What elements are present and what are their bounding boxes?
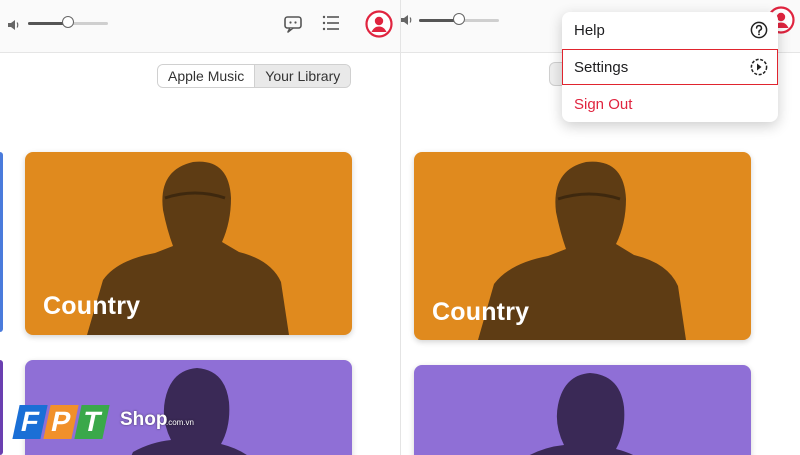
watermark-domain: .com.vn [166, 418, 195, 427]
help-circle-icon [750, 21, 768, 39]
menu-item-label: Settings [574, 58, 629, 76]
fpt-shop-watermark: F P T Shop .com.vn [12, 405, 216, 449]
menu-item-label: Help [574, 21, 605, 39]
genre-card-purple[interactable] [414, 365, 751, 455]
account-dropdown-menu: Help Settings Sign Out [562, 12, 778, 122]
volume-slider-knob[interactable] [62, 16, 74, 28]
source-segmented-control: Apple Music Your Library [157, 64, 352, 88]
speaker-icon [401, 15, 412, 25]
genre-card-country[interactable]: Country [25, 152, 352, 335]
queue-list-icon[interactable] [320, 12, 342, 34]
card-title: Country [43, 292, 141, 320]
menu-item-settings[interactable]: Settings [562, 49, 778, 85]
genre-card-country[interactable]: Country [414, 152, 751, 340]
menu-item-help[interactable]: Help [562, 12, 778, 48]
volume-slider[interactable] [28, 16, 108, 28]
settings-arrow-icon [750, 58, 768, 76]
menu-item-sign-out[interactable]: Sign Out [562, 86, 778, 122]
speaker-icon [8, 20, 19, 30]
watermark-letter: F [12, 405, 48, 439]
watermark-letter: P [43, 405, 79, 439]
watermark-letter: T [74, 405, 110, 439]
partial-card-edge [0, 152, 3, 332]
menu-item-label: Sign Out [574, 95, 633, 113]
watermark-brand: Shop [120, 409, 168, 430]
account-avatar-icon[interactable] [365, 10, 393, 38]
left-music-window: Apple Music Your Library Country F P T S… [0, 0, 400, 455]
segment-your-library[interactable]: Your Library [255, 65, 351, 87]
left-toolbar [0, 0, 400, 53]
volume-slider[interactable] [419, 13, 499, 25]
segment-apple-music[interactable]: Apple Music [158, 65, 256, 87]
watermark-letters: F P T [12, 405, 110, 439]
lyrics-bubble-icon[interactable] [282, 13, 304, 35]
artist-photo [529, 373, 634, 455]
partial-card-edge [0, 360, 3, 455]
volume-slider-knob[interactable] [453, 13, 465, 25]
card-title: Country [432, 298, 530, 326]
